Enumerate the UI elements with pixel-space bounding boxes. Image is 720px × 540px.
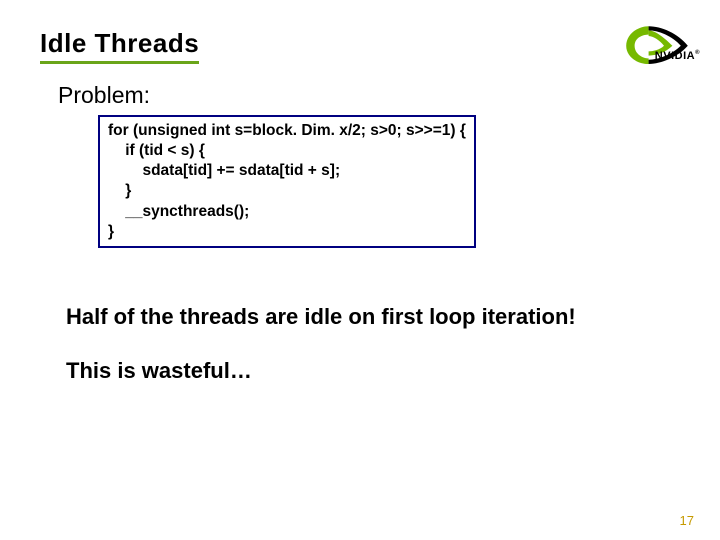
body-line-1: Half of the threads are idle on first lo… <box>66 304 680 330</box>
body-line-2: This is wasteful… <box>66 358 680 384</box>
slide-title: Idle Threads <box>40 28 199 64</box>
nvidia-logo-text: NVIDIA® <box>655 50 700 62</box>
code-block: for (unsigned int s=block. Dim. x/2; s>0… <box>98 115 476 248</box>
problem-label: Problem: <box>58 82 680 109</box>
page-number: 17 <box>680 513 694 528</box>
